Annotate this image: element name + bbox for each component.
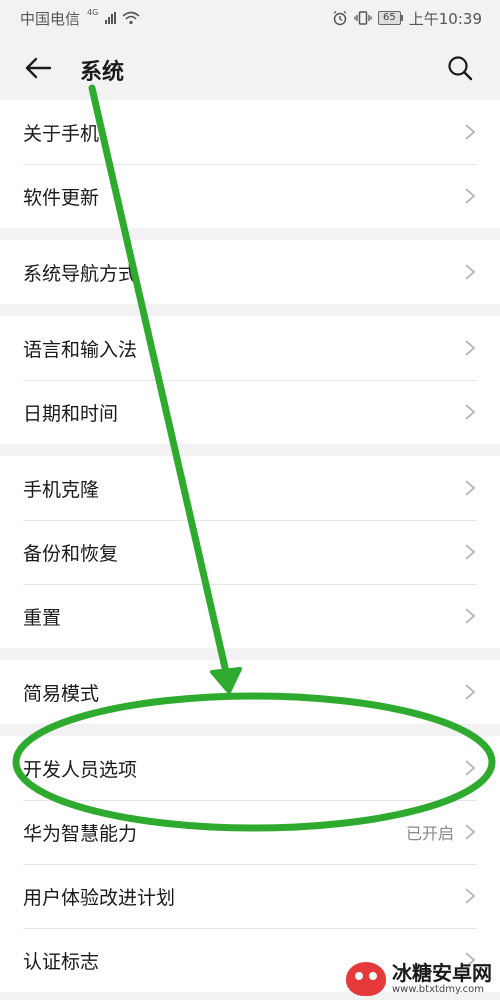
settings-group-backup: 手机克隆 备份和恢复 重置 xyxy=(0,456,500,648)
search-button[interactable] xyxy=(442,50,478,86)
chevron-right-icon xyxy=(465,340,476,356)
menu-item-system-navigation[interactable]: 系统导航方式 xyxy=(0,240,500,304)
menu-item-about-phone[interactable]: 关于手机 xyxy=(0,100,500,164)
chevron-right-icon xyxy=(465,124,476,140)
menu-item-huawei-intelligence[interactable]: 华为智慧能力 已开启 xyxy=(0,800,500,864)
menu-item-label: 认证标志 xyxy=(23,950,100,973)
menu-item-language-input[interactable]: 语言和输入法 xyxy=(0,316,500,380)
page-title: 系统 xyxy=(80,60,125,85)
arrow-left-icon xyxy=(25,57,52,79)
menu-item-developer-options[interactable]: 开发人员选项 xyxy=(0,736,500,800)
chevron-right-icon xyxy=(465,608,476,624)
menu-item-simple-mode[interactable]: 简易模式 xyxy=(0,660,500,724)
chevron-right-icon xyxy=(465,888,476,904)
watermark-title: 冰糖安卓网 xyxy=(392,961,492,985)
chevron-right-icon xyxy=(465,760,476,776)
menu-item-label: 重置 xyxy=(23,606,62,629)
battery-icon: 65 xyxy=(378,11,403,25)
watermark-logo-icon xyxy=(346,962,386,996)
back-button[interactable] xyxy=(20,50,56,86)
settings-group-language: 语言和输入法 日期和时间 xyxy=(0,316,500,444)
chevron-right-icon xyxy=(465,264,476,280)
chevron-right-icon xyxy=(465,544,476,560)
menu-item-label: 关于手机 xyxy=(23,122,100,145)
settings-group-navigation: 系统导航方式 xyxy=(0,240,500,304)
menu-item-date-time[interactable]: 日期和时间 xyxy=(0,380,500,444)
site-watermark: 冰糖安卓网 www.btxtdmy.com xyxy=(346,962,492,996)
watermark-text: 冰糖安卓网 www.btxtdmy.com xyxy=(392,963,492,995)
alarm-icon xyxy=(333,10,347,26)
menu-item-phone-clone[interactable]: 手机克隆 xyxy=(0,456,500,520)
menu-item-label: 语言和输入法 xyxy=(23,338,138,361)
status-bar: 中国电信 4G 65 上午10:39 xyxy=(0,0,500,36)
status-right: 65 上午10:39 xyxy=(332,8,482,29)
wifi-icon xyxy=(122,11,140,25)
chevron-right-icon xyxy=(465,404,476,420)
vibrate-icon xyxy=(354,11,372,25)
clock: 上午10:39 xyxy=(408,9,482,28)
status-left: 中国电信 4G xyxy=(20,8,140,29)
signal-icon xyxy=(105,12,117,24)
menu-item-label: 手机克隆 xyxy=(23,478,100,501)
menu-item-software-update[interactable]: 软件更新 xyxy=(0,164,500,228)
menu-item-reset[interactable]: 重置 xyxy=(0,584,500,648)
menu-item-label: 备份和恢复 xyxy=(23,542,119,565)
menu-item-label: 软件更新 xyxy=(23,186,100,209)
settings-group-simple-mode: 简易模式 xyxy=(0,660,500,724)
search-icon xyxy=(448,56,473,81)
chevron-right-icon xyxy=(465,684,476,700)
menu-item-value: 已开启 xyxy=(405,824,454,843)
settings-list: 关于手机 软件更新 系统导航方式 语言和输入法 日期和时间 手机克隆 备份和恢复 xyxy=(0,100,500,1000)
menu-item-label: 日期和时间 xyxy=(23,402,119,425)
menu-item-user-experience[interactable]: 用户体验改进计划 xyxy=(0,864,500,928)
settings-group-about: 关于手机 软件更新 xyxy=(0,100,500,228)
battery-level: 65 xyxy=(378,11,401,25)
menu-item-label: 华为智慧能力 xyxy=(23,822,138,845)
top-app-bar: 系统 xyxy=(0,36,500,100)
chevron-right-icon xyxy=(465,480,476,496)
menu-item-label: 系统导航方式 xyxy=(23,262,138,285)
network-type: 4G xyxy=(87,7,99,17)
chevron-right-icon xyxy=(465,188,476,204)
menu-item-backup-restore[interactable]: 备份和恢复 xyxy=(0,520,500,584)
settings-group-developer: 开发人员选项 华为智慧能力 已开启 用户体验改进计划 认证标志 xyxy=(0,736,500,992)
chevron-right-icon xyxy=(465,824,476,840)
carrier-label: 中国电信 xyxy=(20,9,81,28)
menu-item-label: 开发人员选项 xyxy=(23,758,138,781)
watermark-url: www.btxtdmy.com xyxy=(392,984,485,995)
menu-item-label: 用户体验改进计划 xyxy=(23,886,176,909)
menu-item-label: 简易模式 xyxy=(23,682,100,705)
